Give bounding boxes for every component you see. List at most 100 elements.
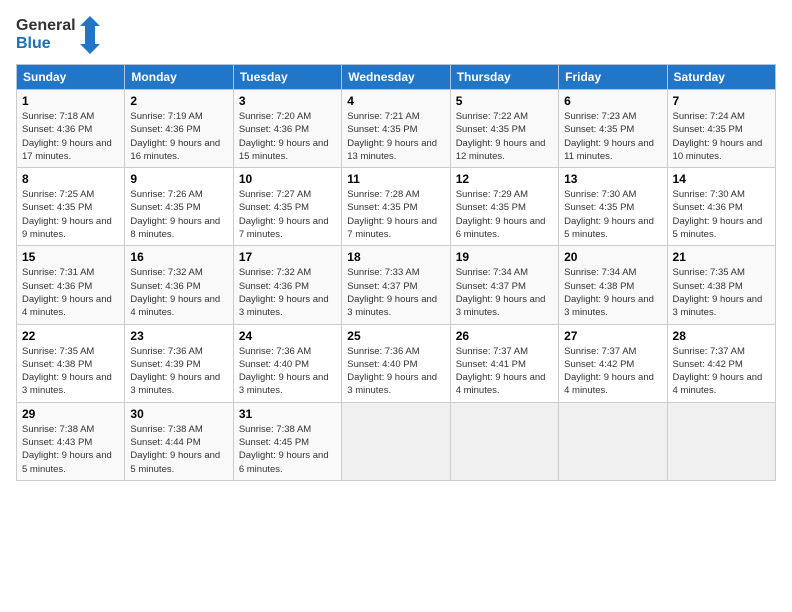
weekday-header: Thursday xyxy=(450,65,558,90)
day-info: Sunrise: 7:37 AMSunset: 4:41 PMDaylight:… xyxy=(456,345,553,398)
calendar-day-cell: 24 Sunrise: 7:36 AMSunset: 4:40 PMDayligh… xyxy=(233,324,341,402)
weekday-header: Sunday xyxy=(17,65,125,90)
day-number: 6 xyxy=(564,94,661,108)
day-info: Sunrise: 7:24 AMSunset: 4:35 PMDaylight:… xyxy=(673,110,770,163)
calendar-day-cell: 31 Sunrise: 7:38 AMSunset: 4:45 PMDayligh… xyxy=(233,402,341,480)
day-number: 24 xyxy=(239,329,336,343)
calendar-day-cell: 7 Sunrise: 7:24 AMSunset: 4:35 PMDaylight… xyxy=(667,90,775,168)
day-number: 2 xyxy=(130,94,227,108)
calendar-day-cell: 25Sunrise: 7:36 AMSunset: 4:40 PMDayligh… xyxy=(342,324,450,402)
logo: GeneralBlue xyxy=(16,16,100,54)
day-number: 8 xyxy=(22,172,119,186)
calendar-week-row: 8 Sunrise: 7:25 AMSunset: 4:35 PMDaylight… xyxy=(17,168,776,246)
calendar-day-cell: 23 Sunrise: 7:36 AMSunset: 4:39 PMDayligh… xyxy=(125,324,233,402)
calendar-day-cell: 30 Sunrise: 7:38 AMSunset: 4:44 PMDayligh… xyxy=(125,402,233,480)
day-number: 1 xyxy=(22,94,119,108)
day-info: Sunrise: 7:38 AMSunset: 4:43 PMDaylight:… xyxy=(22,423,119,476)
day-number: 15 xyxy=(22,250,119,264)
day-number: 26 xyxy=(456,329,553,343)
day-info: Sunrise: 7:21 AMSunset: 4:35 PMDaylight:… xyxy=(347,110,444,163)
day-number: 5 xyxy=(456,94,553,108)
weekday-header: Monday xyxy=(125,65,233,90)
calendar-day-cell: 27Sunrise: 7:37 AMSunset: 4:42 PMDayligh… xyxy=(559,324,667,402)
logo-arrow-icon xyxy=(80,16,100,54)
weekday-header: Friday xyxy=(559,65,667,90)
calendar-day-cell: 20Sunrise: 7:34 AMSunset: 4:38 PMDayligh… xyxy=(559,246,667,324)
day-info: Sunrise: 7:25 AMSunset: 4:35 PMDaylight:… xyxy=(22,188,119,241)
day-number: 20 xyxy=(564,250,661,264)
day-number: 29 xyxy=(22,407,119,421)
day-info: Sunrise: 7:29 AMSunset: 4:35 PMDaylight:… xyxy=(456,188,553,241)
day-info: Sunrise: 7:32 AMSunset: 4:36 PMDaylight:… xyxy=(130,266,227,319)
day-info: Sunrise: 7:19 AMSunset: 4:36 PMDaylight:… xyxy=(130,110,227,163)
calendar-day-cell xyxy=(450,402,558,480)
day-info: Sunrise: 7:32 AMSunset: 4:36 PMDaylight:… xyxy=(239,266,336,319)
calendar-day-cell: 15Sunrise: 7:31 AMSunset: 4:36 PMDayligh… xyxy=(17,246,125,324)
logo-blue-text: Blue xyxy=(16,35,76,53)
calendar-day-cell: 13Sunrise: 7:30 AMSunset: 4:35 PMDayligh… xyxy=(559,168,667,246)
calendar-day-cell: 3 Sunrise: 7:20 AMSunset: 4:36 PMDaylight… xyxy=(233,90,341,168)
logo-general-text: General xyxy=(16,17,76,35)
day-number: 21 xyxy=(673,250,770,264)
calendar-day-cell xyxy=(342,402,450,480)
calendar-day-cell: 16 Sunrise: 7:32 AMSunset: 4:36 PMDayligh… xyxy=(125,246,233,324)
day-number: 23 xyxy=(130,329,227,343)
day-number: 7 xyxy=(673,94,770,108)
calendar-day-cell xyxy=(667,402,775,480)
calendar-day-cell: 26 Sunrise: 7:37 AMSunset: 4:41 PMDayligh… xyxy=(450,324,558,402)
day-info: Sunrise: 7:33 AMSunset: 4:37 PMDaylight:… xyxy=(347,266,444,319)
calendar-week-row: 22 Sunrise: 7:35 AMSunset: 4:38 PMDayligh… xyxy=(17,324,776,402)
day-number: 25 xyxy=(347,329,444,343)
day-number: 31 xyxy=(239,407,336,421)
day-number: 9 xyxy=(130,172,227,186)
day-number: 16 xyxy=(130,250,227,264)
day-info: Sunrise: 7:20 AMSunset: 4:36 PMDaylight:… xyxy=(239,110,336,163)
calendar-day-cell: 2 Sunrise: 7:19 AMSunset: 4:36 PMDaylight… xyxy=(125,90,233,168)
day-info: Sunrise: 7:37 AMSunset: 4:42 PMDaylight:… xyxy=(673,345,770,398)
day-number: 18 xyxy=(347,250,444,264)
day-info: Sunrise: 7:38 AMSunset: 4:44 PMDaylight:… xyxy=(130,423,227,476)
calendar-week-row: 29 Sunrise: 7:38 AMSunset: 4:43 PMDayligh… xyxy=(17,402,776,480)
calendar-day-cell: 28 Sunrise: 7:37 AMSunset: 4:42 PMDayligh… xyxy=(667,324,775,402)
day-info: Sunrise: 7:23 AMSunset: 4:35 PMDaylight:… xyxy=(564,110,661,163)
day-number: 28 xyxy=(673,329,770,343)
day-number: 14 xyxy=(673,172,770,186)
day-number: 13 xyxy=(564,172,661,186)
day-info: Sunrise: 7:36 AMSunset: 4:40 PMDaylight:… xyxy=(239,345,336,398)
calendar-day-cell: 21 Sunrise: 7:35 AMSunset: 4:38 PMDayligh… xyxy=(667,246,775,324)
day-number: 10 xyxy=(239,172,336,186)
calendar-day-cell: 1Sunrise: 7:18 AMSunset: 4:36 PMDaylight… xyxy=(17,90,125,168)
calendar-day-cell: 10 Sunrise: 7:27 AMSunset: 4:35 PMDayligh… xyxy=(233,168,341,246)
day-number: 11 xyxy=(347,172,444,186)
calendar-day-cell: 29 Sunrise: 7:38 AMSunset: 4:43 PMDayligh… xyxy=(17,402,125,480)
day-info: Sunrise: 7:35 AMSunset: 4:38 PMDaylight:… xyxy=(22,345,119,398)
calendar-day-cell xyxy=(559,402,667,480)
day-number: 4 xyxy=(347,94,444,108)
calendar-table: SundayMondayTuesdayWednesdayThursdayFrid… xyxy=(16,64,776,481)
day-info: Sunrise: 7:35 AMSunset: 4:38 PMDaylight:… xyxy=(673,266,770,319)
calendar-day-cell: 19 Sunrise: 7:34 AMSunset: 4:37 PMDayligh… xyxy=(450,246,558,324)
weekday-header: Tuesday xyxy=(233,65,341,90)
day-number: 3 xyxy=(239,94,336,108)
day-info: Sunrise: 7:22 AMSunset: 4:35 PMDaylight:… xyxy=(456,110,553,163)
calendar-day-cell: 18 Sunrise: 7:33 AMSunset: 4:37 PMDayligh… xyxy=(342,246,450,324)
day-info: Sunrise: 7:36 AMSunset: 4:39 PMDaylight:… xyxy=(130,345,227,398)
day-number: 19 xyxy=(456,250,553,264)
day-number: 22 xyxy=(22,329,119,343)
weekday-header: Wednesday xyxy=(342,65,450,90)
weekday-header: Saturday xyxy=(667,65,775,90)
day-info: Sunrise: 7:38 AMSunset: 4:45 PMDaylight:… xyxy=(239,423,336,476)
day-number: 30 xyxy=(130,407,227,421)
calendar-day-cell: 9Sunrise: 7:26 AMSunset: 4:35 PMDaylight… xyxy=(125,168,233,246)
calendar-day-cell: 4 Sunrise: 7:21 AMSunset: 4:35 PMDaylight… xyxy=(342,90,450,168)
calendar-day-cell: 14Sunrise: 7:30 AMSunset: 4:36 PMDayligh… xyxy=(667,168,775,246)
calendar-day-cell: 22 Sunrise: 7:35 AMSunset: 4:38 PMDayligh… xyxy=(17,324,125,402)
day-info: Sunrise: 7:27 AMSunset: 4:35 PMDaylight:… xyxy=(239,188,336,241)
day-info: Sunrise: 7:34 AMSunset: 4:37 PMDaylight:… xyxy=(456,266,553,319)
page-header: GeneralBlue xyxy=(16,16,776,54)
weekday-header-row: SundayMondayTuesdayWednesdayThursdayFrid… xyxy=(17,65,776,90)
day-info: Sunrise: 7:37 AMSunset: 4:42 PMDaylight:… xyxy=(564,345,661,398)
day-number: 12 xyxy=(456,172,553,186)
calendar-day-cell: 6 Sunrise: 7:23 AMSunset: 4:35 PMDaylight… xyxy=(559,90,667,168)
calendar-day-cell: 17Sunrise: 7:32 AMSunset: 4:36 PMDayligh… xyxy=(233,246,341,324)
